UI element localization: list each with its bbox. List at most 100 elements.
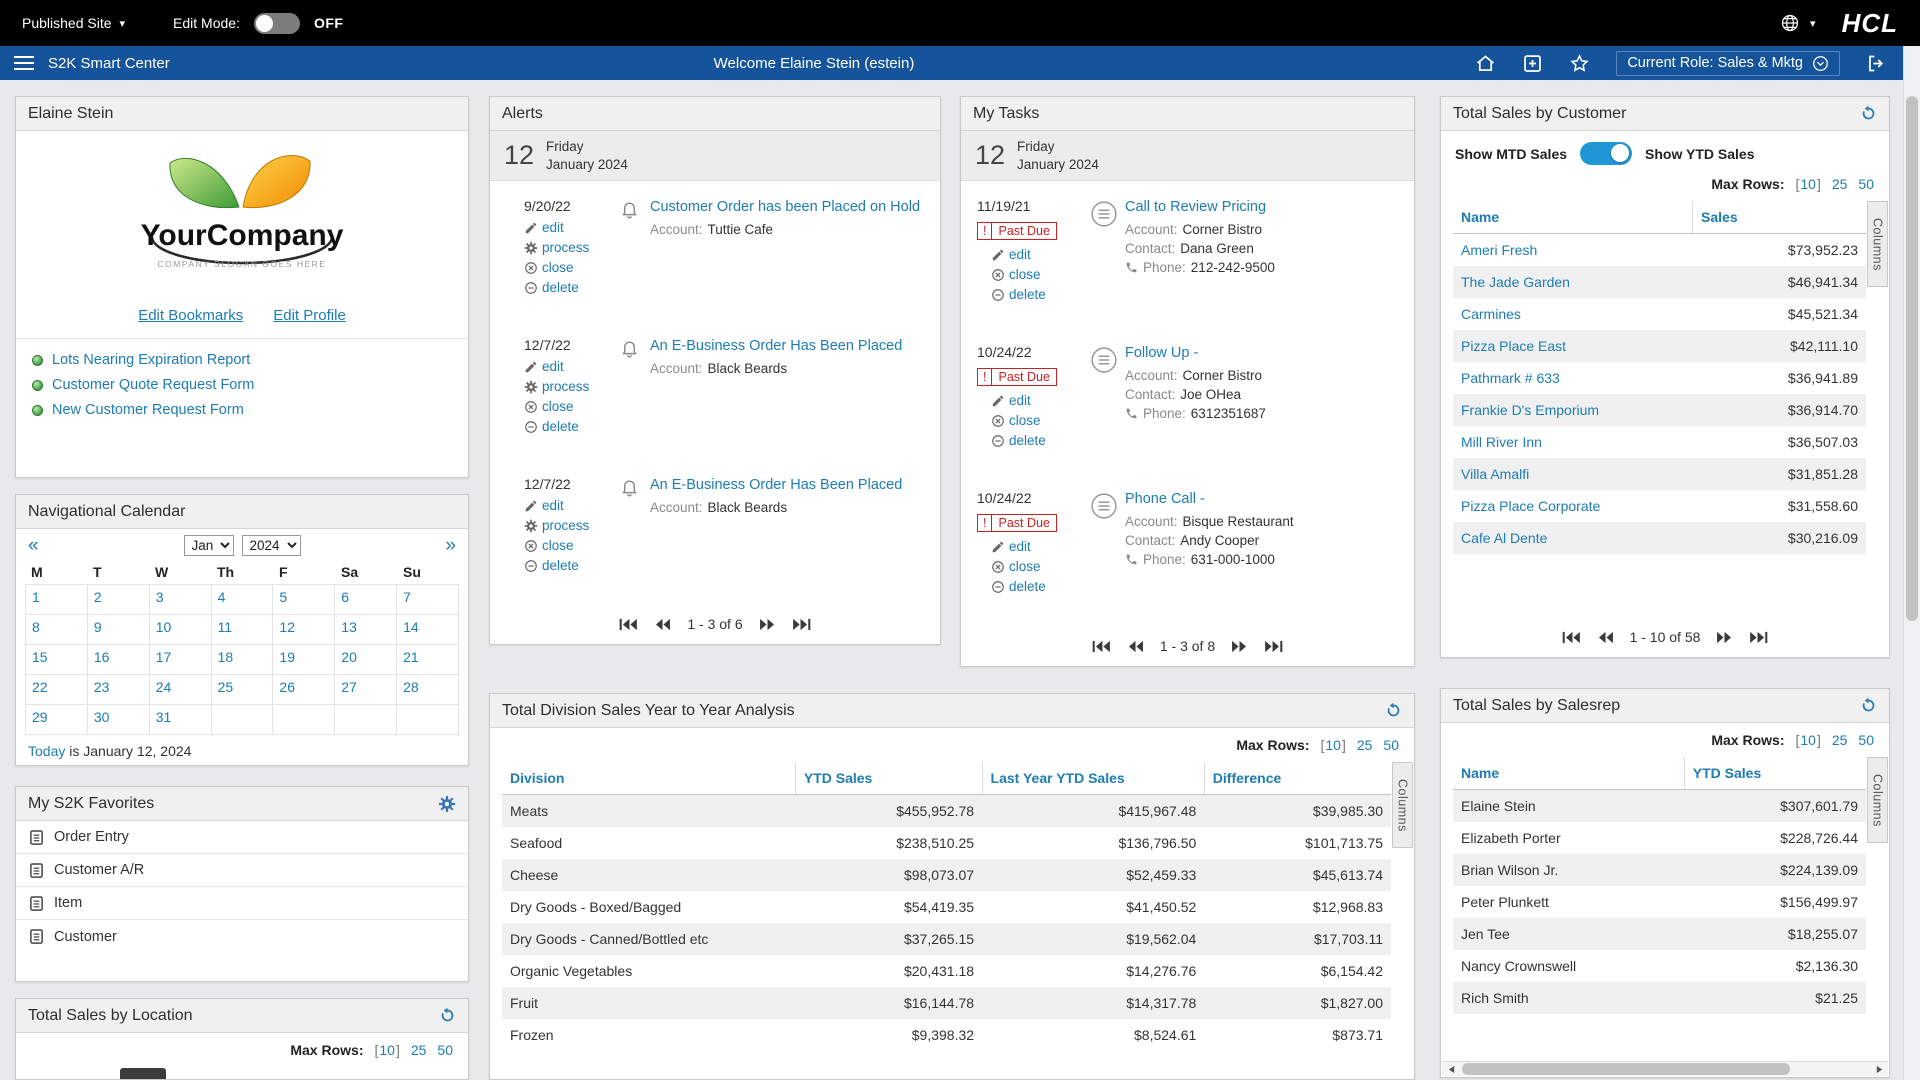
calendar-day-cell[interactable]: 8 xyxy=(26,615,88,645)
prev-page-button[interactable] xyxy=(1596,631,1615,644)
scrollbar-thumb[interactable] xyxy=(1906,96,1918,621)
calendar-day-link[interactable]: 9 xyxy=(94,619,102,635)
delete-action[interactable]: delete xyxy=(991,287,1083,302)
next-page-button[interactable] xyxy=(1230,640,1249,653)
calendar-day-link[interactable]: 27 xyxy=(341,679,357,695)
max-rows-option[interactable]: 10 xyxy=(374,1042,399,1058)
calendar-day-cell[interactable]: 10 xyxy=(150,615,212,645)
calendar-day-link[interactable]: 20 xyxy=(341,649,357,665)
calendar-day-cell[interactable]: 19 xyxy=(273,645,335,675)
alert-title[interactable]: An E-Business Order Has Been Placed xyxy=(650,476,930,495)
calendar-day-cell[interactable]: 6 xyxy=(335,585,397,615)
customer-link[interactable]: Ameri Fresh xyxy=(1461,242,1537,258)
edit-action[interactable]: edit xyxy=(524,359,608,374)
calendar-day-cell[interactable]: 21 xyxy=(397,645,459,675)
first-page-button[interactable] xyxy=(619,618,638,631)
calendar-day-link[interactable]: 15 xyxy=(32,649,48,665)
close-action[interactable]: close xyxy=(991,413,1083,428)
gear-icon[interactable] xyxy=(438,795,456,813)
calendar-day-cell[interactable]: 28 xyxy=(397,675,459,705)
horizontal-scrollbar[interactable] xyxy=(1442,1061,1888,1076)
delete-action[interactable]: delete xyxy=(991,579,1083,594)
column-header-name[interactable]: Name xyxy=(1453,757,1684,790)
calendar-day-link[interactable]: 5 xyxy=(279,589,287,605)
alert-title[interactable]: An E-Business Order Has Been Placed xyxy=(650,337,930,356)
max-rows-option[interactable]: 10 xyxy=(1320,737,1345,753)
calendar-day-cell[interactable]: 7 xyxy=(397,585,459,615)
calendar-day-link[interactable]: 21 xyxy=(403,649,419,665)
calendar-day-link[interactable]: 6 xyxy=(341,589,349,605)
calendar-day-link[interactable]: 3 xyxy=(156,589,164,605)
favorite-item[interactable]: Order Entry xyxy=(16,821,468,854)
calendar-day-link[interactable]: 22 xyxy=(32,679,48,695)
calendar-day-link[interactable]: 19 xyxy=(279,649,295,665)
calendar-next-button[interactable]: » xyxy=(445,536,456,555)
calendar-day-cell[interactable]: 20 xyxy=(335,645,397,675)
close-action[interactable]: close xyxy=(991,559,1083,574)
favorite-item[interactable]: Customer A/R xyxy=(16,854,468,887)
column-header-ytd[interactable]: YTD Sales xyxy=(795,762,982,795)
max-rows-option[interactable]: 25 xyxy=(1832,732,1848,748)
prev-page-button[interactable] xyxy=(653,618,672,631)
calendar-day-link[interactable]: 26 xyxy=(279,679,295,695)
bookmark-item[interactable]: Lots Nearing Expiration Report xyxy=(32,352,468,368)
first-page-button[interactable] xyxy=(1092,640,1111,653)
calendar-day-link[interactable]: 11 xyxy=(218,619,233,635)
calendar-day-link[interactable]: 23 xyxy=(94,679,110,695)
calendar-day-cell[interactable]: 12 xyxy=(273,615,335,645)
logout-icon[interactable] xyxy=(1866,53,1887,74)
calendar-day-cell[interactable] xyxy=(397,705,459,735)
favorites-star-icon[interactable] xyxy=(1569,53,1590,74)
calendar-day-link[interactable]: 8 xyxy=(32,619,40,635)
task-title[interactable]: Call to Review Pricing xyxy=(1125,198,1404,217)
close-action[interactable]: close xyxy=(524,260,608,275)
column-header-difference[interactable]: Difference xyxy=(1204,762,1391,795)
calendar-day-cell[interactable]: 2 xyxy=(88,585,150,615)
edit-profile-link[interactable]: Edit Profile xyxy=(273,307,346,324)
column-header-lastyear[interactable]: Last Year YTD Sales xyxy=(982,762,1204,795)
year-select[interactable]: 2024 xyxy=(242,535,301,556)
edit-action[interactable]: edit xyxy=(991,393,1083,408)
scroll-left-button[interactable] xyxy=(1442,1065,1460,1074)
bookmark-item[interactable]: New Customer Request Form xyxy=(32,402,468,418)
edit-action[interactable]: edit xyxy=(524,220,608,235)
calendar-day-link[interactable]: 7 xyxy=(403,589,411,605)
max-rows-option[interactable]: 50 xyxy=(1383,737,1399,753)
calendar-day-link[interactable]: 18 xyxy=(218,649,234,665)
max-rows-option[interactable]: 50 xyxy=(437,1042,453,1058)
home-icon[interactable] xyxy=(1475,53,1496,74)
calendar-day-cell[interactable]: 15 xyxy=(26,645,88,675)
calendar-day-cell[interactable]: 26 xyxy=(273,675,335,705)
bookmark-item[interactable]: Customer Quote Request Form xyxy=(32,377,468,393)
customer-link[interactable]: Pizza Place Corporate xyxy=(1461,498,1600,514)
process-action[interactable]: process xyxy=(524,518,608,533)
columns-tab[interactable]: Columns xyxy=(1867,201,1888,287)
bookmark-link[interactable]: Customer Quote Request Form xyxy=(52,377,254,393)
calendar-day-cell[interactable]: 23 xyxy=(88,675,150,705)
calendar-day-link[interactable]: 31 xyxy=(156,709,172,725)
calendar-day-cell[interactable]: 22 xyxy=(26,675,88,705)
calendar-day-cell[interactable]: 27 xyxy=(335,675,397,705)
calendar-day-cell[interactable]: 1 xyxy=(26,585,88,615)
edit-action[interactable]: edit xyxy=(991,247,1083,262)
close-action[interactable]: close xyxy=(524,538,608,553)
calendar-day-link[interactable]: 29 xyxy=(32,709,48,725)
edit-bookmarks-link[interactable]: Edit Bookmarks xyxy=(138,307,243,324)
calendar-day-cell[interactable]: 30 xyxy=(88,705,150,735)
edit-action[interactable]: edit xyxy=(524,498,608,513)
bookmark-link[interactable]: New Customer Request Form xyxy=(52,402,244,418)
edit-action[interactable]: edit xyxy=(991,539,1083,554)
last-page-button[interactable] xyxy=(1264,640,1283,653)
calendar-day-cell[interactable] xyxy=(212,705,274,735)
refresh-icon[interactable] xyxy=(439,1007,456,1024)
customer-link[interactable]: The Jade Garden xyxy=(1461,274,1570,290)
refresh-icon[interactable] xyxy=(1860,697,1877,714)
calendar-day-cell[interactable]: 5 xyxy=(273,585,335,615)
max-rows-option[interactable]: 25 xyxy=(1357,737,1373,753)
close-action[interactable]: close xyxy=(524,399,608,414)
customer-link[interactable]: Pizza Place East xyxy=(1461,338,1566,354)
calendar-day-link[interactable]: 25 xyxy=(218,679,234,695)
current-role-selector[interactable]: Current Role: Sales & Mktg xyxy=(1616,51,1840,76)
column-header-division[interactable]: Division xyxy=(502,762,795,795)
calendar-day-link[interactable]: 14 xyxy=(403,619,419,635)
